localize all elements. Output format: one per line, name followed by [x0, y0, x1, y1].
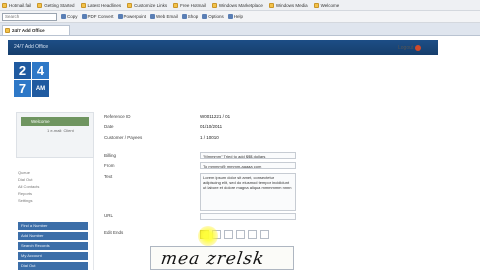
sidebar-link[interactable]: Dial Out	[18, 177, 32, 182]
bookmark-icon	[268, 2, 274, 8]
field-label: Customer / Payees	[104, 135, 143, 140]
sidebar-box-line: 1 e-mail: Client	[47, 128, 74, 133]
app-logo: 2 4 7 AM	[14, 62, 50, 98]
bookmark-item[interactable]: Windows Media	[268, 2, 308, 8]
cursor-highlight	[198, 226, 218, 246]
sidebar-link[interactable]: Queue	[18, 170, 30, 175]
app-header-title: 24/7 Add Office	[14, 44, 49, 50]
bookmark-item[interactable]: Latest Headlines	[80, 2, 122, 8]
edit-label: Edit Ends	[104, 230, 124, 235]
toolbar-button[interactable]: Copy	[61, 14, 78, 19]
options-icon	[202, 14, 208, 19]
toolbar-button[interactable]: Options	[202, 14, 224, 19]
bookmark-icon	[80, 2, 86, 8]
sidebar-link[interactable]: Settings	[18, 198, 32, 203]
sidebar-welcome-box: Welcome 1 e-mail: Client	[16, 112, 94, 158]
logout-icon	[415, 45, 422, 51]
page-favicon-icon	[5, 28, 10, 33]
toolbar-button-label: Web Email	[156, 14, 178, 19]
billing-field[interactable]: "Mmmmm" Tried to add $$$ dollars	[200, 152, 296, 159]
toolbar-button[interactable]: Web Email	[150, 14, 178, 19]
field-value: 1 / 10010	[200, 135, 219, 140]
logo-cell: 2	[14, 62, 31, 79]
bookmark-item[interactable]: Free Hotmail	[173, 2, 206, 8]
sidebar-box-head: Welcome	[21, 117, 89, 126]
field-label: Date	[104, 124, 114, 129]
edit-box[interactable]	[248, 230, 257, 239]
edit-box[interactable]	[260, 230, 269, 239]
bookmark-label: Windows Media	[275, 2, 308, 8]
text-area[interactable]: Lorem ipsum dolor sit amet, consectetur …	[200, 173, 296, 211]
sidebar-link[interactable]: Reports	[18, 191, 32, 196]
bookmarks-bar: Hotmail.fail Getting Started Latest Head…	[0, 0, 480, 11]
logo-cell: AM	[32, 80, 49, 97]
app-header: 24/7 Add Office	[8, 40, 438, 55]
toolbar-button[interactable]: PDF Convert	[81, 14, 114, 19]
field-value: 01/10/2011	[200, 124, 223, 129]
email-icon	[150, 14, 156, 19]
bookmark-label: Latest Headlines	[87, 2, 122, 8]
browser-tab[interactable]: 24/7 Add Office	[2, 25, 70, 35]
sidebar-button[interactable]: Search Records	[18, 242, 88, 250]
sidebar-button[interactable]: Find a Number	[18, 222, 88, 230]
tab-label: 24/7 Add Office	[12, 28, 45, 33]
field-value: W0011221 / 01	[200, 114, 231, 119]
bookmark-label: Windows Marketplace	[218, 2, 263, 8]
toolbar-search-input[interactable]	[2, 12, 57, 21]
sidebar-button[interactable]: My Account	[18, 252, 88, 260]
logo-cell: 4	[32, 62, 49, 79]
bookmark-icon	[2, 2, 7, 8]
bookmark-label: Customize Links	[134, 2, 168, 8]
sidebar-button[interactable]: Add Number	[18, 232, 88, 240]
toolbar-button[interactable]: Powerpoint	[117, 14, 147, 19]
toolbar-button-label: Copy	[67, 14, 78, 19]
toolbar-button[interactable]: Help	[227, 14, 244, 19]
edit-box[interactable]	[224, 230, 233, 239]
url-label: URL	[104, 213, 114, 218]
bookmark-label: Free Hotmail	[180, 2, 206, 8]
logout-button[interactable]: Logout	[398, 45, 422, 51]
toolbar-button-label: Shop	[187, 14, 199, 19]
powerpoint-icon	[117, 14, 123, 19]
toolbar-button-label: PDF Convert	[87, 14, 114, 19]
pdf-icon	[81, 14, 87, 19]
sidebar: Welcome 1 e-mail: Client Queue Dial Out …	[14, 112, 94, 270]
from-label: From	[104, 163, 115, 168]
sidebar-link[interactable]: All Contacts	[18, 184, 39, 189]
bookmark-label: Getting Started	[44, 2, 75, 8]
bookmark-item[interactable]: Customize Links	[127, 2, 168, 8]
copy-icon	[61, 14, 66, 19]
bookmark-icon	[37, 2, 43, 8]
captcha-text: mea zrelsk	[159, 249, 266, 269]
bookmark-icon	[173, 2, 179, 8]
bookmark-item[interactable]: Windows Marketplace	[211, 2, 263, 8]
billing-label: Billing	[104, 153, 117, 158]
logo-cell: 7	[14, 80, 31, 97]
logout-label: Logout	[398, 45, 414, 51]
bookmark-label: Hotmail.fail	[9, 2, 32, 8]
edit-box[interactable]	[236, 230, 245, 239]
help-icon	[227, 14, 233, 19]
toolbar-button-label: Options	[208, 14, 224, 19]
bookmark-icon	[127, 2, 133, 8]
tab-bar: 24/7 Add Office	[0, 23, 480, 36]
toolbar-button-label: Help	[233, 14, 244, 19]
text-label: Text	[104, 174, 113, 179]
bookmark-label: Welcome	[320, 2, 340, 8]
bookmark-item[interactable]: Welcome	[313, 2, 340, 8]
browser-toolbar: Copy PDF Convert Powerpoint Web Email Sh…	[0, 11, 480, 23]
field-label: Reference ID	[104, 114, 131, 119]
bookmark-item[interactable]: Getting Started	[37, 2, 75, 8]
toolbar-button-label: Powerpoint	[123, 14, 147, 19]
shop-icon	[181, 14, 187, 19]
captcha-image: mea zrelsk	[150, 246, 294, 270]
bookmark-item[interactable]: Hotmail.fail	[2, 2, 32, 8]
bookmark-icon	[313, 2, 319, 8]
url-field[interactable]	[200, 213, 296, 220]
sidebar-button[interactable]: Dial Out	[18, 262, 88, 270]
bookmark-icon	[211, 2, 217, 8]
toolbar-button[interactable]: Shop	[181, 14, 199, 19]
from-field[interactable]: To mmmm@ mmmm-aaaaa com	[200, 162, 296, 169]
